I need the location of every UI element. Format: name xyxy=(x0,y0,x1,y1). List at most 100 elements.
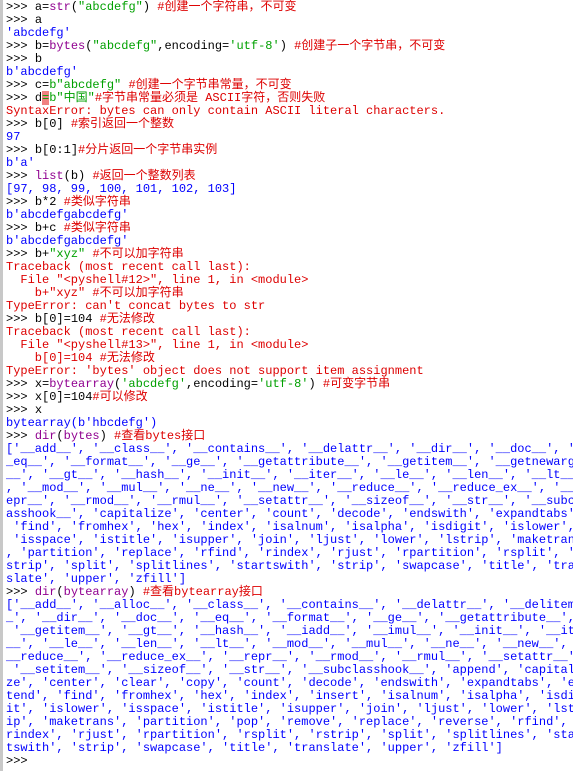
error-text: b[0]=104 #无法修改 xyxy=(6,351,155,365)
output-text: __reduce__', '__reduce_ex__', '__repr__'… xyxy=(6,650,573,664)
code-text: b+c xyxy=(34,221,64,235)
error-text: TypeError: can't concat bytes to str xyxy=(6,299,266,313)
shell-line: >>> b=bytes("abcdefg",encoding='utf-8') … xyxy=(6,40,573,53)
prompt: >>> xyxy=(6,39,35,53)
code-text: ) xyxy=(128,585,143,599)
comment: #创建一个字符串，不可变 xyxy=(157,0,297,14)
shell-line: >>> b[0:1]#分片返回一个字节串实例 xyxy=(6,144,573,157)
code-text: x[0]=104 xyxy=(34,390,93,404)
comment: #无法修改 xyxy=(99,312,155,326)
code-text: b[0:1] xyxy=(34,143,79,157)
output-text: '__getitem__', '__gt__', '__hash__', '__… xyxy=(6,624,573,638)
code-text: x xyxy=(34,403,43,417)
output-text: bytearray(b'hbcdefg') xyxy=(6,416,158,430)
code-text: ,encoding= xyxy=(186,377,259,391)
string-literal: "abcdefg" xyxy=(92,39,158,53)
code-text: x= xyxy=(34,377,50,391)
prompt: >>> xyxy=(6,390,35,404)
prompt: >>> xyxy=(6,754,35,768)
code-text: c= xyxy=(34,78,50,92)
python-shell-text-area[interactable]: >>> a=str("abcdefg") #创建一个字符串，不可变 >>> a'a… xyxy=(0,0,573,771)
output-text: , '__mod__', '__mul__', '__ne__', '__new… xyxy=(6,481,573,495)
string-literal: "xyz" xyxy=(49,247,86,261)
builtin-name: str xyxy=(49,0,71,14)
builtin-name: bytes xyxy=(49,39,86,53)
output-text: ip', 'maketrans', 'partition', 'pop', 'r… xyxy=(6,715,573,729)
prompt: >>> xyxy=(6,429,35,443)
output-text: b'abcdefgabcdefg' xyxy=(6,208,129,222)
error-text: File "<pyshell#13>", line 1, in <module> xyxy=(6,338,309,352)
output-text: asshook__', 'capitalize', 'center', 'cou… xyxy=(6,507,573,521)
prompt: >>> xyxy=(6,377,35,391)
prompt: >>> xyxy=(6,169,35,183)
code-text: ) xyxy=(279,39,295,53)
output-text: '__setitem__', '__sizeof__', '__str__', … xyxy=(6,663,573,677)
prompt: >>> xyxy=(6,312,35,326)
output-text: strip', 'split', 'splitlines', 'startswi… xyxy=(6,559,573,573)
output-text: tend', 'find', 'fromhex', 'hex', 'index'… xyxy=(6,689,573,703)
shell-line: >>> b[0] #索引返回一个整数 xyxy=(6,118,573,131)
builtin-name: bytearray xyxy=(49,377,115,391)
code-text: ) xyxy=(308,377,323,391)
builtin-name: list xyxy=(34,169,64,183)
prompt: >>> xyxy=(6,13,35,27)
output-text: b'abcdefg' xyxy=(6,65,79,79)
prompt: >>> xyxy=(6,91,35,105)
prompt: >>> xyxy=(6,195,35,209)
output-text: ['__add__', '__class__', '__contains__',… xyxy=(6,442,573,456)
output-text: ['__add__', '__alloc__', '__class__', '_… xyxy=(6,598,573,612)
string-literal: b"中国" xyxy=(49,91,95,105)
output-text: _', '__dir__', '__doc__', '__eq__', '__f… xyxy=(6,611,573,625)
error-text: TypeError: 'bytes' object does not suppo… xyxy=(6,364,424,378)
output-text: tswith', 'strip', 'swapcase', 'title', '… xyxy=(6,741,503,755)
comment: #分片返回一个字节串实例 xyxy=(78,143,218,157)
output-text: b'a' xyxy=(6,156,35,170)
output-text: slate', 'upper', 'zfill'] xyxy=(6,572,187,586)
string-literal: b"abcdefg" xyxy=(49,78,122,92)
code-text: ( xyxy=(56,429,64,443)
comment: #可变字节串 xyxy=(322,377,391,391)
output-text: b'abcdefgabcdefg' xyxy=(6,234,129,248)
comment: #创建一个字节串常量，不可变 xyxy=(128,78,292,92)
code-text: ( xyxy=(56,585,64,599)
builtin-name: dir xyxy=(34,585,57,599)
comment: #查看bytes接口 xyxy=(114,429,206,443)
code-text: ( xyxy=(70,0,79,14)
comment: #查看bytearray接口 xyxy=(142,585,263,599)
output-text: _eq__', '__format__', '__ge__', '__getat… xyxy=(6,455,573,469)
string-literal: 'utf-8' xyxy=(258,377,309,391)
comment: #可以修改 xyxy=(92,390,148,404)
code-text: b+ xyxy=(34,247,50,261)
string-literal: 'abcdefg' xyxy=(121,377,187,391)
prompt: >>> xyxy=(6,221,35,235)
code-text: d xyxy=(34,91,43,105)
comment: #类似字符串 xyxy=(63,195,131,209)
output-text: 'find', 'fromhex', 'hex', 'index', 'isal… xyxy=(6,520,573,534)
error-text: Traceback (most recent call last): xyxy=(6,260,251,274)
shell-line: >>> b xyxy=(6,53,573,66)
builtin-name: dir xyxy=(34,429,57,443)
string-literal: "abcdefg" xyxy=(78,0,143,14)
prompt: >>> xyxy=(6,143,35,157)
comment: #索引返回一个整数 xyxy=(70,117,175,131)
output-text: epr__', '__rmod__', '__rmul__', '__setat… xyxy=(6,494,573,508)
shell-line: >>> a xyxy=(6,14,573,27)
prompt: >>> xyxy=(6,117,35,131)
code-text: b[0] xyxy=(34,117,71,131)
prompt: >>> xyxy=(6,52,35,66)
prompt: >>> xyxy=(6,78,35,92)
prompt: >>> xyxy=(6,403,35,417)
output-text: __', '__le__', '__len__', '__lt__', '__m… xyxy=(6,637,573,651)
shell-line: >>> xyxy=(6,755,573,768)
string-literal: 'utf-8' xyxy=(229,39,280,53)
error-text: Traceback (most recent call last): xyxy=(6,325,251,339)
comment: #字节串常量必须是 ASCII字符，否则失败 xyxy=(94,91,326,105)
builtin-name: bytearray xyxy=(63,585,129,599)
prompt: >>> xyxy=(6,0,35,14)
code-text: ) xyxy=(99,429,115,443)
output-text: [97, 98, 99, 100, 101, 102, 103] xyxy=(6,182,237,196)
shell-line: tswith', 'strip', 'swapcase', 'title', '… xyxy=(6,742,573,755)
code-text: ,encoding= xyxy=(157,39,230,53)
comment: #返回一个整数列表 xyxy=(92,169,196,183)
code-text: b= xyxy=(34,39,50,53)
